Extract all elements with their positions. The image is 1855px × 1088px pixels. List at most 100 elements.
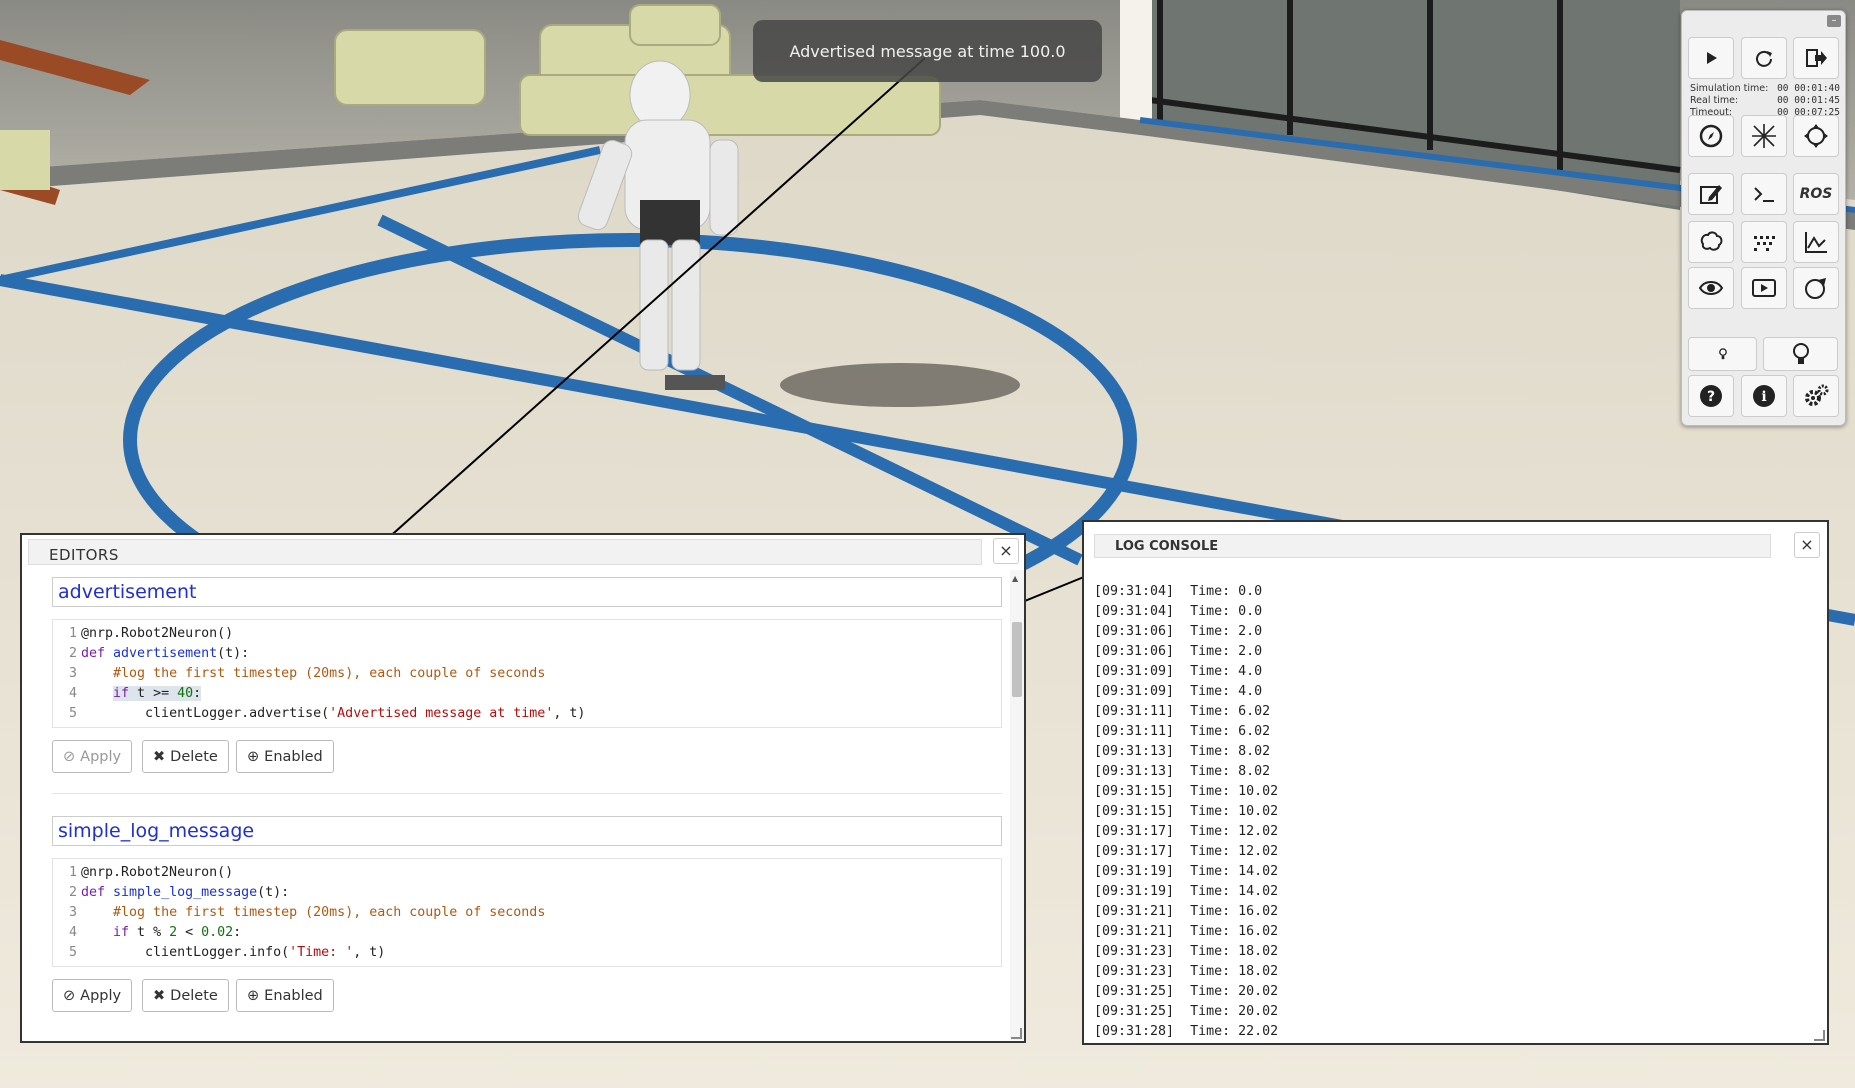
- play-icon: [1707, 52, 1717, 64]
- question-icon: ?: [1700, 385, 1722, 407]
- light-bright-button[interactable]: [1763, 337, 1838, 371]
- scroll-up-arrow-icon[interactable]: ▲: [1012, 574, 1018, 583]
- notification-text: Advertised message at time 100.0: [789, 41, 1066, 61]
- log-entry: [09:31:25] Time: 20.02: [1094, 1004, 1279, 1019]
- light-dim-button[interactable]: [1688, 337, 1757, 371]
- real-time-label: Real time:: [1690, 95, 1739, 106]
- simulation-toolbar: – Simulation time: 00 00:01:40 Real time:…: [1681, 10, 1846, 426]
- resize-handle-icon[interactable]: [1814, 1030, 1825, 1041]
- line-chart-icon: [1805, 232, 1827, 253]
- log-entry: [09:31:11] Time: 6.02: [1094, 724, 1271, 739]
- code-line: 4 if t >= 40:: [68, 686, 202, 701]
- environment-view-button[interactable]: [1688, 267, 1734, 309]
- editors-button[interactable]: [1688, 173, 1734, 215]
- log-entry: [09:31:06] Time: 2.0: [1094, 644, 1263, 659]
- log-entry: [09:31:23] Time: 18.02: [1094, 964, 1279, 979]
- log-list: [09:31:04] Time: 0.0 [09:31:04] Time: 0.0…: [1094, 582, 1794, 1042]
- log-entry: [09:31:13] Time: 8.02: [1094, 744, 1271, 759]
- lightbulb-small-icon: [1718, 348, 1727, 360]
- toolbar-minimize-button[interactable]: –: [1827, 15, 1841, 27]
- translate-mode-button[interactable]: [1741, 115, 1787, 157]
- close-icon: ✖: [153, 748, 166, 765]
- log-entry: [09:31:11] Time: 6.02: [1094, 704, 1271, 719]
- close-icon: ✖: [153, 987, 166, 1004]
- eye-icon: [1698, 281, 1724, 295]
- terminal-icon: [1754, 187, 1774, 202]
- log-entry: [09:31:15] Time: 10.02: [1094, 804, 1279, 819]
- editors-panel: EDITORS × ▲ advertisement 1 @nrp.Robot2Ne…: [20, 533, 1026, 1043]
- brain-icon: [1700, 231, 1723, 251]
- joint-plot-button[interactable]: [1793, 221, 1839, 263]
- apply-button[interactable]: ⊘ Apply: [52, 740, 133, 773]
- navigation-mode-button[interactable]: [1688, 115, 1734, 157]
- svg-text:i: i: [1761, 389, 1766, 405]
- scrollbar-thumb[interactable]: [1012, 622, 1022, 697]
- log-entry: [09:31:04] Time: 0.0: [1094, 604, 1263, 619]
- check-circle-icon: ⊘: [63, 748, 76, 765]
- gears-icon: [1805, 384, 1829, 406]
- exit-icon: [1806, 49, 1827, 67]
- video-stream-button[interactable]: [1741, 267, 1787, 309]
- sim-time-label: Simulation time:: [1690, 83, 1769, 94]
- rotate-mode-button[interactable]: [1793, 115, 1839, 157]
- log-console-button[interactable]: [1741, 173, 1787, 215]
- ros-label: ROS: [1799, 186, 1833, 202]
- object-inspector-button[interactable]: [1793, 267, 1839, 309]
- delete-button[interactable]: ✖ Delete: [142, 740, 229, 773]
- lightbulb-icon: [1792, 343, 1809, 364]
- enabled-toggle-button[interactable]: ⊕ Enabled: [236, 979, 334, 1012]
- brain-visualizer-button[interactable]: [1688, 221, 1734, 263]
- log-entry: [09:31:06] Time: 2.0: [1094, 624, 1263, 639]
- log-console-close-button[interactable]: ×: [1794, 532, 1820, 558]
- real-time-value: 00 00:01:45: [1777, 95, 1840, 106]
- delete-button[interactable]: ✖ Delete: [142, 979, 229, 1012]
- resize-handle-icon[interactable]: [1011, 1028, 1022, 1039]
- check-circle-icon: ⊘: [63, 987, 76, 1004]
- log-entry: [09:31:28] Time: 22.02: [1094, 1024, 1279, 1039]
- sim-time-value: 00 00:01:40: [1777, 83, 1840, 94]
- code-editor[interactable]: 1 @nrp.Robot2Neuron() 2 def simple_log_mes…: [52, 858, 1002, 967]
- code-editor[interactable]: 1 @nrp.Robot2Neuron() 2 def advertisement(…: [52, 619, 1002, 728]
- edit-icon: [1700, 185, 1722, 204]
- ros-terminal-button[interactable]: ROS: [1793, 173, 1839, 215]
- log-entry: [09:31:17] Time: 12.02: [1094, 844, 1279, 859]
- help-button[interactable]: ?: [1688, 375, 1734, 417]
- tf-name-field[interactable]: simple_log_message: [52, 816, 1002, 846]
- simulation-time-info: Simulation time: 00 00:01:40 Real time: 00…: [1690, 83, 1840, 119]
- log-entry: [09:31:19] Time: 14.02: [1094, 864, 1279, 879]
- play-button[interactable]: [1688, 37, 1734, 79]
- log-console-header[interactable]: LOG CONSOLE: [1094, 534, 1771, 558]
- notification-toast: Advertised message at time 100.0: [753, 20, 1102, 82]
- info-button[interactable]: i: [1741, 375, 1787, 417]
- enabled-toggle-button[interactable]: ⊕ Enabled: [236, 740, 334, 773]
- spike-raster-icon: [1754, 236, 1775, 251]
- settings-button[interactable]: [1793, 375, 1839, 417]
- tf-name-field[interactable]: advertisement: [52, 577, 1002, 607]
- log-entry: [09:31:19] Time: 14.02: [1094, 884, 1279, 899]
- editors-scrollbar[interactable]: ▲: [1010, 570, 1024, 1040]
- code-line: 2 def advertisement(t):: [68, 646, 250, 661]
- reset-button[interactable]: [1741, 37, 1787, 79]
- rotate-arrows-icon: [1804, 124, 1828, 148]
- log-entry: [09:31:13] Time: 8.02: [1094, 764, 1271, 779]
- log-entry: [09:31:09] Time: 4.0: [1094, 684, 1263, 699]
- inspector-icon: [1805, 278, 1826, 299]
- spike-train-button[interactable]: [1741, 221, 1787, 263]
- log-entry: [09:31:15] Time: 10.02: [1094, 784, 1279, 799]
- plus-circle-icon: ⊕: [247, 748, 260, 765]
- code-line: 3 #log the first timestep (20ms), each c…: [68, 666, 546, 681]
- editors-header[interactable]: EDITORS: [28, 539, 982, 565]
- apply-button[interactable]: ⊘ Apply: [52, 979, 133, 1012]
- log-entry: [09:31:21] Time: 16.02: [1094, 924, 1279, 939]
- move-arrows-icon: [1752, 124, 1776, 148]
- code-line: 4 if t % 2 < 0.02:: [68, 925, 242, 940]
- exit-button[interactable]: [1793, 37, 1839, 79]
- code-line: 2 def simple_log_message(t):: [68, 885, 290, 900]
- video-icon: [1752, 279, 1776, 297]
- editors-title: EDITORS: [49, 546, 119, 564]
- log-entry: [09:31:25] Time: 20.02: [1094, 984, 1279, 999]
- divider: [52, 793, 1002, 794]
- editors-close-button[interactable]: ×: [993, 538, 1019, 564]
- code-line: 5 clientLogger.info('Time: ', t): [68, 945, 386, 960]
- log-console-title: LOG CONSOLE: [1115, 539, 1219, 554]
